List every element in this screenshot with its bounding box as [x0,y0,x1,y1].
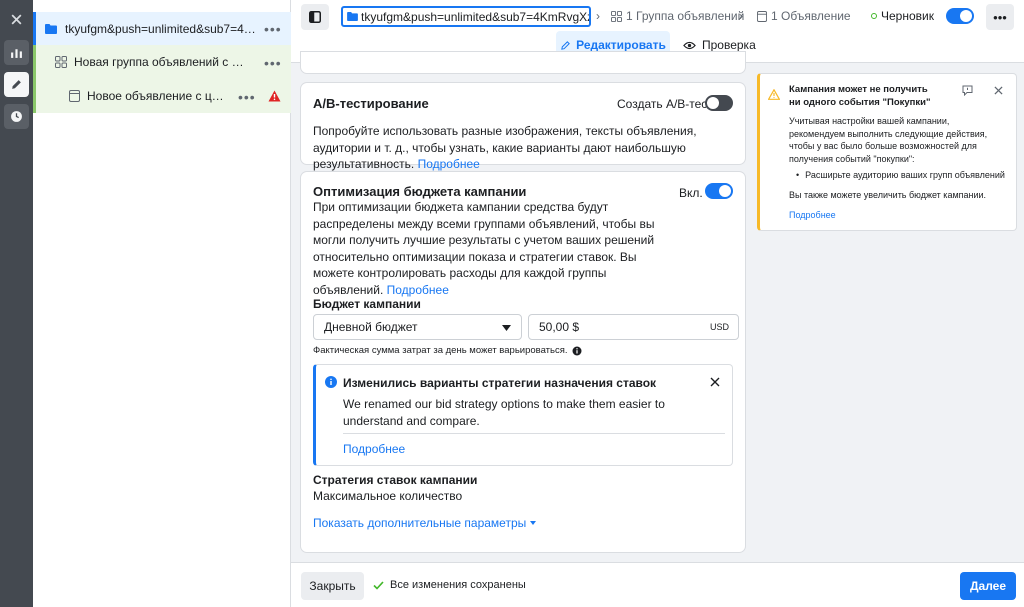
budget-type-value: Дневной бюджет [324,320,418,334]
cbo-toggle[interactable] [705,183,733,199]
breadcrumb-ad-label: 1 Объявление [771,9,851,23]
pencil-icon [12,80,21,89]
ad-more-button[interactable]: ••• [238,90,256,104]
toggle-panel-button[interactable] [301,4,329,30]
warning-text: Учитывая настройки вашей кампании, реком… [789,116,988,164]
ab-test-toggle[interactable] [705,95,733,111]
cbo-toggle-label: Вкл. [679,186,703,200]
ab-test-card: A/B-тестирование Создать A/B-тест Попроб… [301,83,745,171]
checkmark-icon [373,580,384,590]
close-button[interactable]: Закрыть [301,572,364,600]
ab-test-title: A/B-тестирование [313,96,429,111]
bar-chart-icon [11,49,22,58]
budget-type-select[interactable]: Дневной бюджет [313,314,522,340]
header-more-button[interactable]: ••• [986,4,1014,30]
save-status: Все изменения сохранены [373,579,526,591]
campaign-active-toggle[interactable] [946,8,974,24]
clock-icon [11,111,22,122]
cbo-learn-more-link[interactable]: Подробнее [387,283,449,297]
previous-section-card [301,52,745,73]
ad-icon [757,10,767,22]
close-icon [11,14,22,25]
breadcrumb-adset[interactable]: 1 Группа объявлений [611,9,744,23]
info-icon [325,376,337,388]
tree-item-adset-label: Новая группа объявлений с целью ... [74,55,250,69]
budget-label: Бюджет кампании [313,297,421,311]
cbo-description: При оптимизации бюджета кампании средств… [313,200,655,297]
info-icon[interactable] [572,346,582,356]
show-more-options-link[interactable]: Показать дополнительные параметры [313,516,537,530]
close-icon[interactable] [994,86,1003,95]
tree-item-campaign-label: tkyufgm&push=unlimited&sub7=4KmR... [65,21,257,36]
cbo-title: Оптимизация бюджета кампании [313,184,527,199]
divider [343,433,725,434]
error-icon [268,90,281,102]
breadcrumb-ad[interactable]: 1 Объявление [757,9,851,23]
notice-learn-more-link[interactable]: Подробнее [343,442,405,456]
footer-bar: Закрыть Все изменения сохранены Далее [291,562,1024,607]
status-badge: Черновик [871,9,934,23]
folder-icon [45,23,57,34]
history-button[interactable] [4,104,29,129]
warning-icon [768,89,780,100]
budget-amount-input[interactable]: 50,00 $ USD [528,314,739,340]
tree-item-ad[interactable]: Новое объявление с целью... ••• [33,79,291,113]
bid-strategy-notice: Изменились варианты стратегии назначения… [313,364,733,466]
feedback-icon[interactable] [962,85,973,96]
caret-down-icon [530,521,537,525]
pencil-icon [561,40,571,50]
left-rail [0,0,33,607]
breadcrumb-campaign-label: tkyufgm&push=unlimited&sub7=4KmRvgXz&sub… [361,10,589,24]
tree-item-adset[interactable]: Новая группа объявлений с целью ... ••• [33,45,291,79]
caret-down-icon [502,325,511,331]
bullet-dot: • [796,170,800,180]
reports-button[interactable] [4,40,29,65]
top-bar: tkyufgm&push=unlimited&sub7=4KmRvgXz&sub… [291,0,1024,33]
ab-test-description: Попробуйте использовать разные изображен… [313,124,697,171]
sidebar-toggle-icon [309,11,321,23]
tree-item-campaign[interactable]: tkyufgm&push=unlimited&sub7=4KmR... ••• [33,12,291,45]
ab-test-learn-more-link[interactable]: Подробнее [418,157,480,171]
show-more-options-label: Показать дополнительные параметры [313,516,527,530]
breadcrumb-adset-label: 1 Группа объявлений [626,9,745,23]
eye-icon [683,41,696,49]
budget-hint-text: Фактическая сумма затрат за день может в… [313,345,568,356]
next-button[interactable]: Далее [960,572,1016,600]
tree-item-ad-label: Новое объявление с целью... [87,89,229,103]
bid-strategy-value: Максимальное количество [313,489,463,503]
breadcrumb-separator: › [739,9,743,23]
close-icon[interactable] [710,377,720,387]
warning-title: Кампания может не получить ни одного соб… [789,84,931,108]
adset-more-button[interactable]: ••• [264,56,282,70]
grid-icon [611,10,622,22]
status-label: Черновик [881,9,934,23]
campaign-tree: tkyufgm&push=unlimited&sub7=4KmR... ••• … [33,0,291,607]
close-editor-button[interactable] [4,7,29,32]
tab-edit-label: Редактировать [576,38,666,52]
edit-mode-button[interactable] [4,72,29,97]
bid-strategy-label: Стратегия ставок кампании [313,473,478,487]
folder-icon [347,12,358,21]
budget-hint: Фактическая сумма затрат за день может в… [313,345,582,356]
ab-test-toggle-label: Создать A/B-тест [617,97,713,111]
grid-icon [55,56,67,68]
purchase-warning-panel: Кампания может не получить ни одного соб… [757,73,1017,231]
ad-icon [69,90,80,102]
breadcrumb-campaign[interactable]: tkyufgm&push=unlimited&sub7=4KmRvgXz&sub… [341,6,591,27]
notice-title: Изменились варианты стратегии назначения… [343,376,657,390]
tab-review-label: Проверка [702,38,756,52]
save-status-text: Все изменения сохранены [390,579,526,591]
warning-bullet: • Расширьте аудиторию ваших групп объявл… [796,169,1008,181]
warning-learn-more-link[interactable]: Подробнее [789,210,836,220]
warning-extra: Вы также можете увеличить бюджет кампани… [789,190,987,200]
budget-amount-value: 50,00 $ [539,320,580,334]
campaign-more-button[interactable]: ••• [264,22,282,36]
notice-text: We renamed our bid strategy options to m… [343,397,665,428]
status-dot-icon [871,13,877,19]
breadcrumb-separator: › [596,9,600,23]
budget-optimization-card: Оптимизация бюджета кампании Вкл. При оп… [301,172,745,552]
currency-label: USD [709,322,729,332]
warning-bullet-text: Расширьте аудиторию ваших групп объявлен… [805,170,1005,180]
